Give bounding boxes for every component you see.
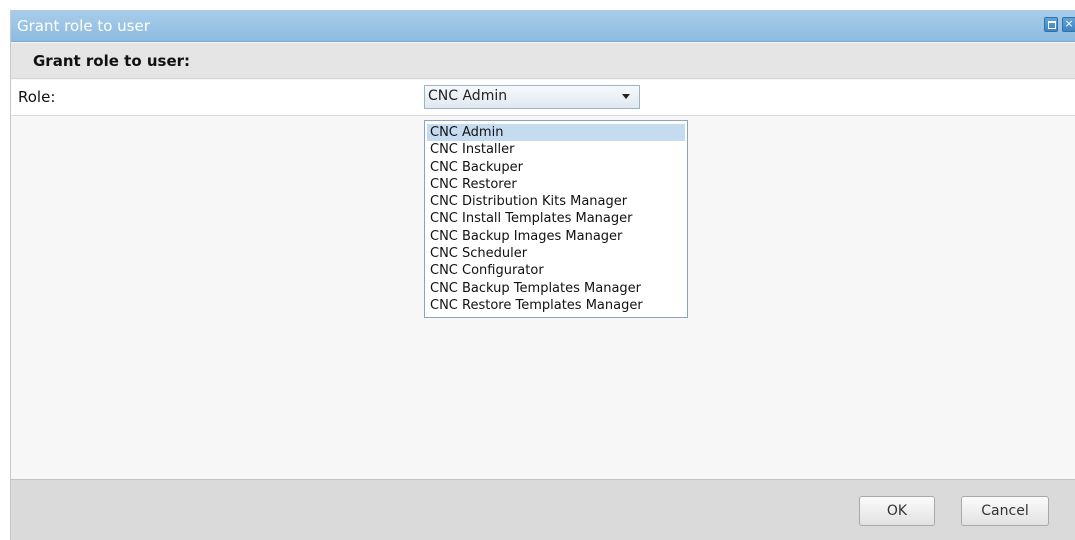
grant-role-dialog: Grant role to user × Grant role to user:… [10,10,1075,540]
dropdown-option-cnc-admin[interactable]: CNC Admin [427,124,685,142]
dropdown-option-cnc-backup-templates-manager[interactable]: CNC Backup Templates Manager [427,280,685,297]
role-select[interactable]: CNC Admin [424,85,640,109]
section-header-text: Grant role to user: [33,52,191,70]
section-header: Grant role to user: [11,43,1075,79]
dropdown-option-cnc-configurator[interactable]: CNC Configurator [427,262,685,279]
dropdown-option-cnc-backuper[interactable]: CNC Backuper [427,159,685,176]
dropdown-option-cnc-scheduler[interactable]: CNC Scheduler [427,245,685,262]
dropdown-option-cnc-backup-images-manager[interactable]: CNC Backup Images Manager [427,228,685,245]
chevron-down-icon[interactable] [622,94,630,99]
role-select-value: CNC Admin [428,88,508,104]
cancel-button[interactable]: Cancel [961,496,1049,526]
dialog-titlebar[interactable]: Grant role to user × [11,10,1075,42]
dropdown-option-cnc-restore-templates-manager[interactable]: CNC Restore Templates Manager [427,297,685,314]
dropdown-option-cnc-restorer[interactable]: CNC Restorer [427,176,685,193]
maximize-icon[interactable] [1044,17,1058,32]
dropdown-option-cnc-distribution-kits-manager[interactable]: CNC Distribution Kits Manager [427,193,685,210]
dialog-footer: OK Cancel [11,479,1075,540]
dropdown-option-cnc-install-templates-manager[interactable]: CNC Install Templates Manager [427,210,685,227]
dialog-title: Grant role to user [17,17,150,35]
role-dropdown-list[interactable]: CNC Admin CNC Installer CNC Backuper CNC… [424,120,688,318]
role-label: Role: [18,88,56,106]
close-icon[interactable]: × [1062,17,1075,32]
ok-button[interactable]: OK [859,496,935,526]
dropdown-option-cnc-installer[interactable]: CNC Installer [427,141,685,158]
role-row: Role: CNC Admin [11,80,1075,116]
